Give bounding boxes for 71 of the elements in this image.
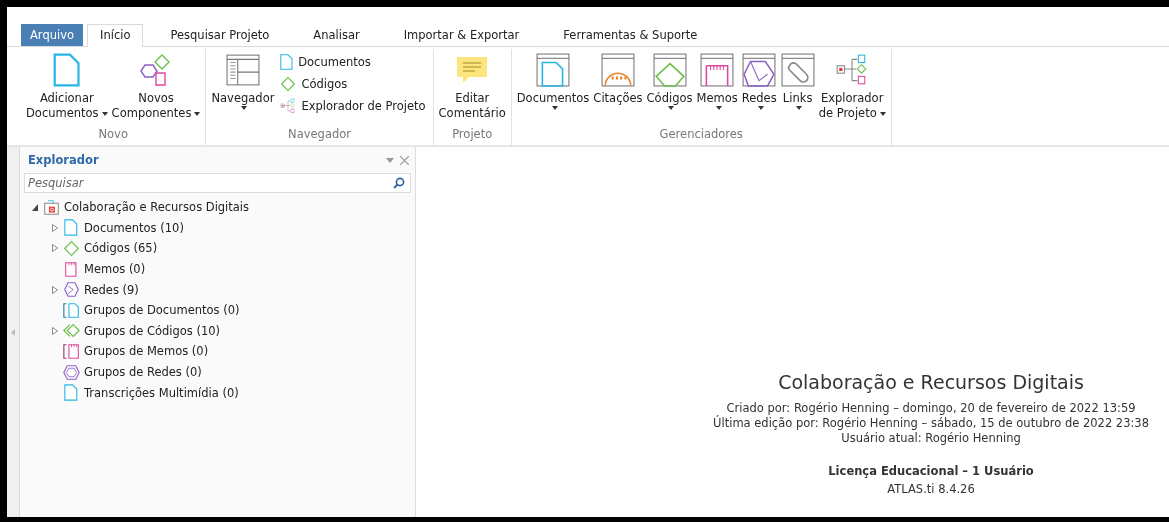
- hexagon-group-icon: [62, 363, 80, 381]
- diamond-icon: [280, 76, 297, 92]
- ribbon-button[interactable]: Explorador de Projeto: [276, 95, 430, 117]
- ribbon-button[interactable]: Redes: [739, 49, 779, 112]
- ribbon-tab[interactable]: Analisar: [300, 24, 373, 46]
- ribbon-button[interactable]: Documentos: [514, 49, 592, 112]
- diamond-group-icon: [62, 322, 80, 340]
- ribbon-button[interactable]: Códigos: [276, 73, 430, 95]
- notepad-icon: [64, 260, 78, 278]
- ribbon-button[interactable]: Explorador de Projeto: [816, 49, 888, 123]
- tree-item[interactable]: Memos (0): [84, 262, 146, 277]
- version-text: ATLAS.ti 8.4.26: [887, 482, 975, 496]
- manager-window-icon: [652, 53, 687, 87]
- tree-item[interactable]: Grupos de Redes (0): [84, 365, 202, 380]
- tree-item[interactable]: Redes (9): [84, 282, 139, 297]
- ribbon-tab[interactable]: Ferramentas & Suporte: [550, 24, 711, 46]
- ribbon-button[interactable]: Documentos: [276, 51, 430, 73]
- expand-triangle-icon[interactable]: [52, 285, 58, 294]
- manager-window-icon: [780, 53, 815, 87]
- group-label: Navegador: [287, 127, 352, 143]
- tree-item[interactable]: Grupos de Documentos (0): [84, 303, 240, 318]
- document-icon: [64, 219, 78, 237]
- ribbon-tab[interactable]: Pesquisar Projeto: [157, 24, 283, 46]
- tree-item[interactable]: Grupos de Códigos (10): [84, 323, 221, 338]
- document-icon: [64, 384, 78, 402]
- diamond-icon: [62, 240, 80, 257]
- tree-item[interactable]: Colaboração e Recursos Digitais: [64, 200, 250, 215]
- project-icon: [42, 198, 60, 216]
- ribbon-button[interactable]: Editar Comentário: [436, 49, 508, 123]
- document-group-icon: [62, 301, 80, 319]
- close-icon[interactable]: [400, 155, 409, 165]
- expand-triangle-icon[interactable]: [52, 223, 58, 232]
- tree-item[interactable]: Documentos (10): [84, 220, 184, 235]
- project-detail: Última edição por: Rogério Henning – sábado, 15 de outubro de 2022 23:38: [713, 416, 1149, 431]
- expand-triangle-icon[interactable]: [52, 326, 58, 335]
- project-detail: Criado por: Rogério Henning – domingo, 20 de fevereiro de 2022 13:59: [726, 401, 1136, 415]
- ribbon-button[interactable]: Citações: [591, 49, 645, 108]
- ribbon-button[interactable]: Links: [778, 49, 817, 112]
- ribbon-button[interactable]: Novos Componentes: [109, 49, 203, 123]
- file-menu-tab[interactable]: Arquivo: [21, 24, 84, 46]
- ribbon-button[interactable]: Navegador: [209, 49, 277, 112]
- project-detail: Usuário atual: Rogério Henning: [841, 431, 1021, 446]
- manager-window-icon: [742, 53, 777, 87]
- notepad-group-icon: [62, 342, 80, 360]
- collapse-triangle-icon[interactable]: [32, 203, 38, 212]
- group-label: Projeto: [451, 127, 494, 143]
- ribbon-tab[interactable]: Importar & Exportar: [390, 24, 533, 46]
- tree-item[interactable]: Grupos de Memos (0): [84, 344, 209, 359]
- navigator-panel-icon: [225, 53, 260, 87]
- group-label: Gerenciadores: [658, 127, 744, 143]
- manager-window-icon: [700, 53, 735, 87]
- tree-item[interactable]: Transcrições Multimídia (0): [84, 385, 239, 400]
- tree-diagram-icon: [280, 98, 297, 114]
- expand-triangle-icon[interactable]: [52, 244, 58, 253]
- document-icon: [280, 54, 294, 70]
- dropdown-caret-icon[interactable]: [386, 157, 394, 163]
- ribbon-tab[interactable]: Início: [87, 24, 144, 47]
- ribbon-button[interactable]: Memos: [694, 49, 740, 112]
- document-icon: [53, 53, 81, 87]
- manager-window-icon: [536, 53, 571, 87]
- panel-title: Explorador: [28, 153, 99, 167]
- group-label: Novo: [97, 127, 129, 143]
- hexagon-icon: [62, 281, 80, 299]
- tree-item[interactable]: Códigos (65): [84, 241, 158, 256]
- project-title: Colaboração e Recursos Digitais: [778, 371, 1084, 393]
- license-text: Licença Educacional – 1 Usuário: [828, 464, 1034, 478]
- ribbon-button[interactable]: Códigos: [644, 49, 695, 112]
- ribbon-button[interactable]: Adicionar Documentos: [24, 49, 110, 123]
- manager-window-icon: [600, 53, 635, 87]
- search-icon[interactable]: [393, 177, 405, 189]
- search-field[interactable]: Pesquisar: [24, 173, 411, 193]
